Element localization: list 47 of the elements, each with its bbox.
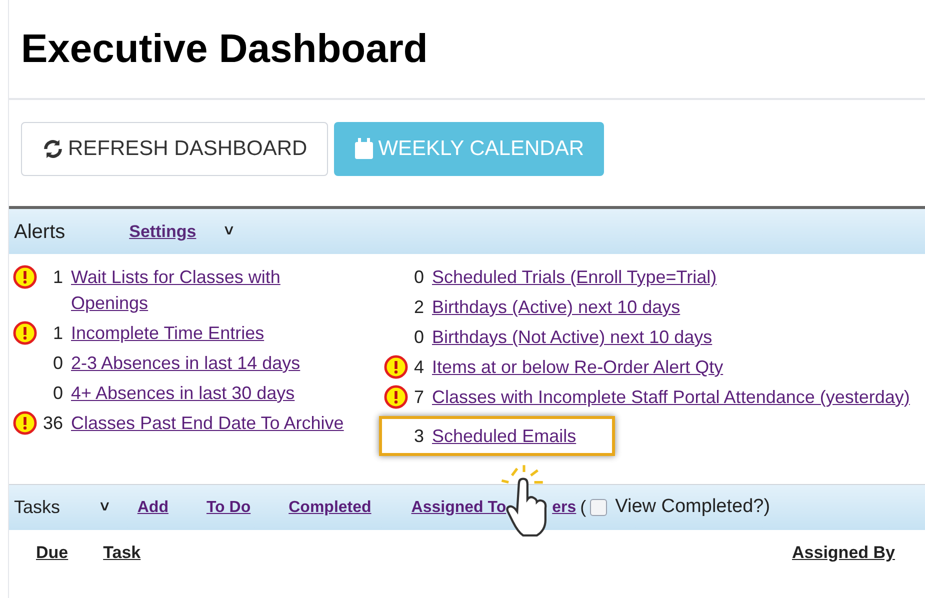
column-header[interactable]: Assigned By — [792, 540, 895, 566]
column-header[interactable]: Due — [36, 540, 68, 566]
alert-count: 4 — [412, 356, 424, 379]
view-completed-label: View Completed?) — [615, 495, 770, 520]
warning-icon — [384, 385, 408, 409]
warning-icon — [384, 355, 408, 379]
tasks-link[interactable]: Completed — [288, 496, 372, 520]
alert-count: 1 — [52, 266, 63, 289]
alerts-heading: Alerts — [14, 220, 66, 244]
calendar-icon — [354, 138, 374, 160]
alert-link[interactable]: Classes Past End Date To Archive — [71, 410, 344, 436]
alert-link[interactable]: 2-3 Absences in last 14 days — [71, 350, 300, 376]
alert-count: 2 — [412, 296, 424, 319]
warning-icon — [13, 321, 37, 345]
alert-link[interactable]: Items at or below Re-Order Alert Qty — [432, 354, 724, 380]
column-header[interactable]: Task — [103, 540, 792, 566]
alert-link[interactable]: 4+ Absences in last 30 days — [71, 380, 295, 406]
alert-count: 0 — [52, 352, 63, 375]
tasks-link[interactable]: Assigned To — [411, 496, 506, 520]
alert-count: 0 — [412, 326, 424, 349]
tasks-link[interactable]: ers — [552, 496, 576, 520]
tasks-link[interactable]: To Do — [206, 496, 251, 520]
alert-count: 7 — [412, 386, 424, 409]
alert-link[interactable]: Classes with Incomplete Staff Portal Attendance (yesterday) — [432, 384, 910, 410]
alert-count: 1 — [52, 322, 63, 345]
expand-icon[interactable]: ˅ — [224, 224, 234, 240]
warning-icon — [13, 411, 37, 435]
alert-link[interactable]: Scheduled Emails — [432, 423, 576, 449]
tasks-link[interactable]: Add — [137, 496, 168, 520]
parenthesis: ( — [580, 496, 586, 519]
refresh-dashboard-button[interactable]: REFRESH DASHBOARD — [21, 122, 328, 176]
view-completed-checkbox[interactable] — [590, 499, 608, 516]
refresh-icon — [42, 138, 64, 160]
alert-count: 0 — [52, 382, 63, 405]
alert-link[interactable]: Incomplete Time Entries — [71, 320, 264, 346]
page-title: Executive Dashboard — [21, 26, 428, 73]
alert-link[interactable]: Wait Lists for Classes with Openings — [71, 264, 354, 316]
alert-count: 3 — [412, 425, 424, 448]
alert-link[interactable]: Birthdays (Active) next 10 days — [432, 294, 680, 320]
tasks-heading: Tasks — [14, 496, 60, 519]
alert-link[interactable]: Scheduled Trials (Enroll Type=Trial) — [432, 264, 717, 290]
settings-link[interactable]: Settings — [129, 218, 196, 244]
alert-link[interactable]: Birthdays (Not Active) next 10 days — [432, 324, 712, 350]
alert-count: 36 — [42, 412, 63, 435]
warning-icon — [13, 265, 37, 289]
expand-icon[interactable]: ˅ — [100, 496, 110, 520]
alert-count: 0 — [412, 266, 424, 289]
